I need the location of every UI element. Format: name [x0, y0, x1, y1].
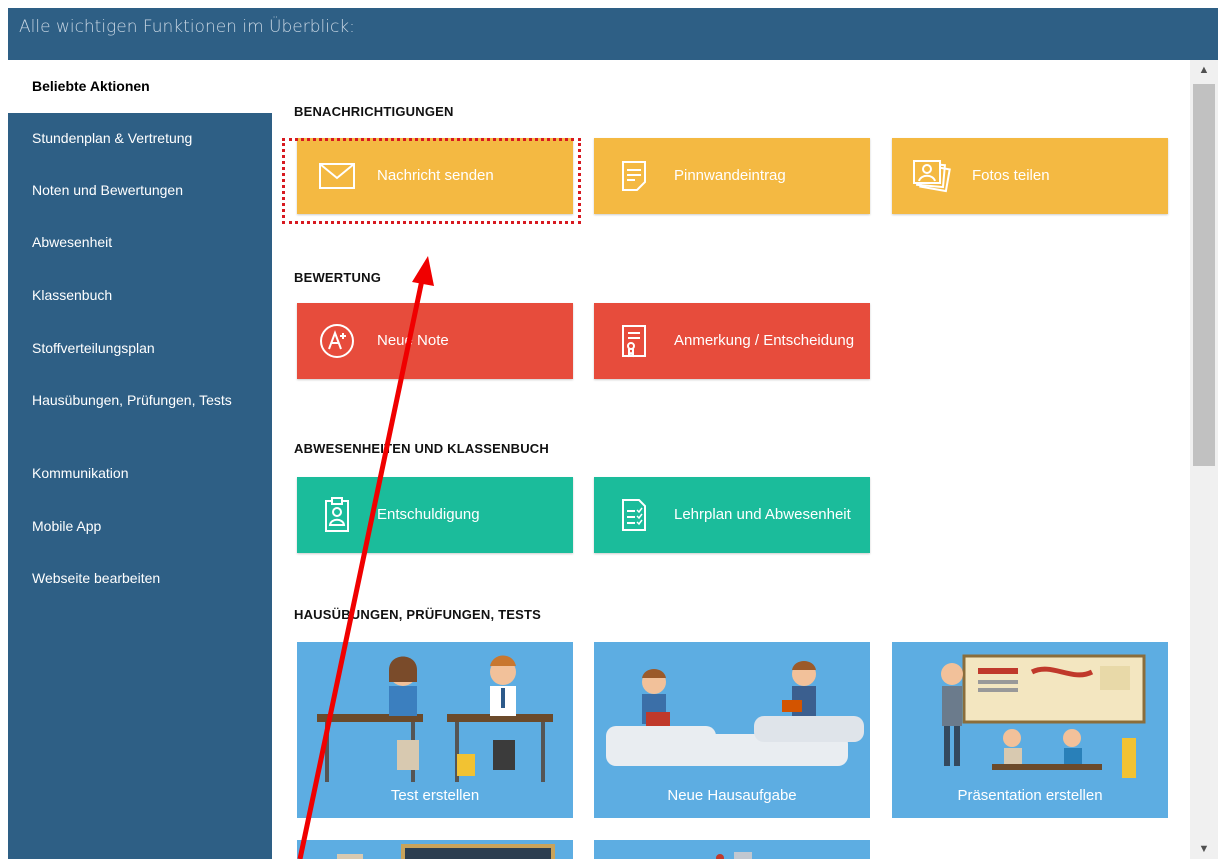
tile-pinnwandeintrag[interactable]: Pinnwandeintrag	[594, 138, 870, 214]
tile-praesentation-erstellen[interactable]: Präsentation erstellen	[892, 642, 1168, 818]
tile-label: Pinnwandeintrag	[674, 167, 786, 184]
section-title-notifications: BENACHRICHTIGUNGEN	[294, 104, 454, 119]
sidebar-item-stundenplan[interactable]: Stundenplan & Vertretung	[8, 130, 272, 146]
tile-partial-1[interactable]	[297, 840, 573, 859]
tile-entschuldigung[interactable]: Entschuldigung	[297, 477, 573, 553]
tile-label: Entschuldigung	[377, 506, 480, 523]
app-frame: Alle wichtigen Funktionen im Überblick: …	[8, 8, 1218, 859]
main-content: BENACHRICHTIGUNGEN Nachricht senden Pinn…	[272, 60, 1190, 859]
tile-label: Neue Hausaufgabe	[667, 787, 797, 804]
vertical-scrollbar[interactable]: ▲ ▼	[1190, 60, 1218, 859]
robot-illustration	[716, 852, 752, 859]
tile-test-erstellen[interactable]: Test erstellen	[297, 642, 573, 818]
sidebar: Beliebte Aktionen Stundenplan & Vertretu…	[8, 60, 272, 859]
note-icon	[594, 160, 674, 192]
sidebar-item-mobile-app[interactable]: Mobile App	[8, 518, 272, 534]
tile-label: Fotos teilen	[972, 167, 1050, 184]
envelope-icon	[297, 163, 377, 189]
sidebar-item-hausuebungen[interactable]: Hausübungen, Prüfungen, Tests	[8, 392, 238, 409]
tile-fotos-teilen[interactable]: Fotos teilen	[892, 138, 1168, 214]
sidebar-item-noten[interactable]: Noten und Bewertungen	[8, 182, 272, 198]
tile-neue-hausaufgabe[interactable]: Neue Hausaufgabe	[594, 642, 870, 818]
tile-lehrplan-abwesenheit[interactable]: Lehrplan und Abwesenheit	[594, 477, 870, 553]
tile-label: Präsentation erstellen	[957, 787, 1103, 804]
tile-nachricht-senden[interactable]: Nachricht senden	[297, 138, 573, 214]
section-title-homework: HAUSÜBUNGEN, PRÜFUNGEN, TESTS	[294, 607, 542, 622]
tile-label: Anmerkung / Entscheidung	[674, 332, 855, 349]
clipboard-person-icon	[297, 497, 377, 533]
tile-label: Test erstellen	[390, 787, 480, 804]
sidebar-item-beliebte-aktionen[interactable]: Beliebte Aktionen	[8, 60, 272, 113]
scrollbar-thumb[interactable]	[1193, 84, 1215, 466]
tile-neue-note[interactable]: Neue Note	[297, 303, 573, 379]
certificate-icon	[594, 324, 674, 358]
section-title-absence: ABWESENHEITEN UND KLASSENBUCH	[294, 441, 549, 456]
classroom-test-illustration	[317, 655, 553, 782]
scroll-down-icon[interactable]: ▼	[1190, 839, 1218, 859]
sidebar-item-webseite[interactable]: Webseite bearbeiten	[8, 570, 272, 586]
tile-label: Neue Note	[377, 332, 449, 349]
tile-partial-2[interactable]	[594, 840, 870, 859]
scroll-up-icon[interactable]: ▲	[1190, 60, 1218, 80]
checklist-icon	[594, 498, 674, 532]
tile-label: Lehrplan und Abwesenheit	[674, 506, 851, 523]
blackboard-illustration	[337, 844, 555, 859]
sidebar-item-klassenbuch[interactable]: Klassenbuch	[8, 287, 272, 303]
tile-label: Nachricht senden	[377, 167, 494, 184]
sidebar-item-abwesenheit[interactable]: Abwesenheit	[8, 234, 272, 250]
presentation-illustration	[941, 654, 1146, 778]
grade-icon	[297, 323, 377, 359]
tile-anmerkung-entscheidung[interactable]: Anmerkung / Entscheidung	[594, 303, 870, 379]
sidebar-item-kommunikation[interactable]: Kommunikation	[8, 465, 272, 481]
page-header: Alle wichtigen Funktionen im Überblick:	[19, 17, 355, 37]
homework-sofa-illustration	[606, 661, 864, 766]
sidebar-item-stoffverteilungsplan[interactable]: Stoffverteilungsplan	[8, 340, 272, 356]
photos-icon	[892, 159, 972, 193]
section-title-grading: BEWERTUNG	[294, 270, 382, 285]
